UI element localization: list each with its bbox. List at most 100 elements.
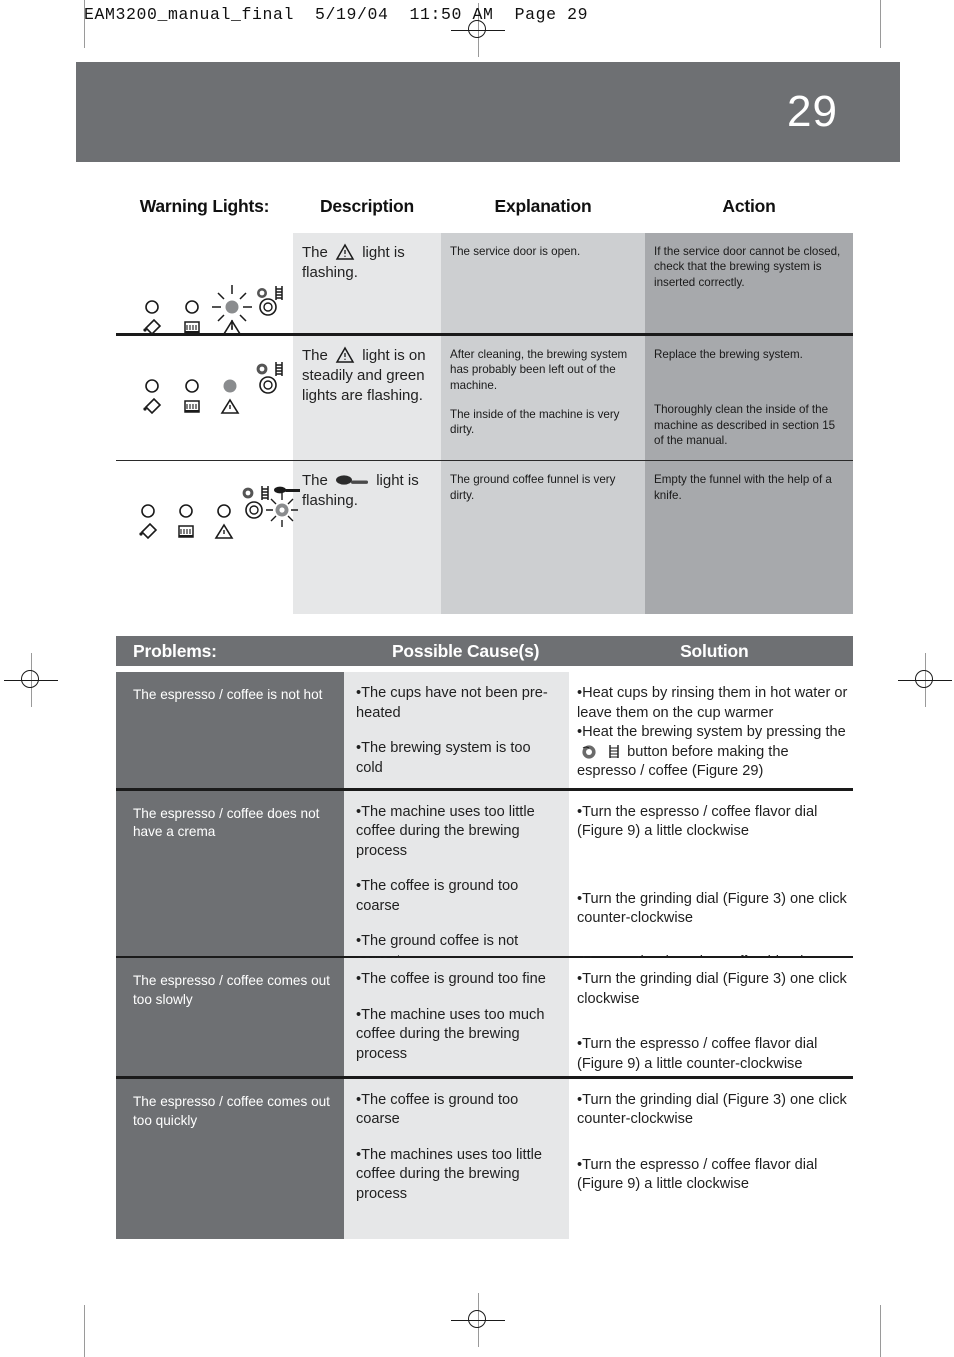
- problems-header-row: Problems: Possible Cause(s) Solution: [116, 636, 853, 666]
- column-header-description: Description: [319, 196, 415, 216]
- explanation-text: The service door is open.: [450, 245, 581, 258]
- cup-grid-icon: [184, 400, 200, 413]
- ladder-cup-icon: [261, 486, 269, 501]
- solution-cell-3: •Turn the grinding dial (Figure 3) one c…: [569, 958, 853, 1077]
- lamp-dot-3-on: [223, 379, 237, 393]
- cup-button-icon[interactable]: [608, 743, 620, 760]
- steam-button-icon[interactable]: [580, 743, 598, 760]
- description-cell-2: The light is on steadily and green light…: [293, 336, 441, 460]
- action-text: Thoroughly clean the inside of the machi…: [654, 403, 836, 447]
- cause-item: •The coffee is ground too coarse: [356, 1091, 519, 1128]
- problem-cell-2: The espresso / coffee does not have a cr…: [116, 790, 344, 956]
- solution-cell-1: •Heat cups by rinsing them in hot water …: [569, 672, 853, 788]
- lamp-cluster-row-1: [116, 233, 293, 336]
- cause-item: •The coffee is ground too fine: [356, 971, 546, 988]
- lamp-dot-3: [217, 504, 231, 519]
- cause-item: •The cups have not been pre-heated: [356, 685, 548, 721]
- lamp-dot-1: [141, 504, 155, 519]
- lamp-cluster-svg-2: [143, 362, 283, 415]
- file-slug-line: EAM3200_manual_final 5/19/04 11:50 AM Pa…: [84, 5, 589, 24]
- action-text: Replace the brewing system.: [654, 348, 803, 361]
- crop-line-right-vertical: [880, 0, 882, 48]
- cause-item: •The machine uses too little coffee duri…: [356, 803, 535, 859]
- explanation-text: The ground coffee funnel is very dirty.: [450, 473, 616, 502]
- lamp-cluster-row-2: [116, 336, 293, 460]
- warning-row-3: The light is flashing. The ground coffee…: [116, 461, 853, 615]
- steam-bean-icon: [257, 288, 267, 298]
- lamp-dot-2: [179, 504, 193, 519]
- page-header-banner: 29: [76, 62, 900, 162]
- column-header-problems: Problems:: [133, 640, 217, 661]
- problem-row-3: The espresso / coffee comes out too slow…: [116, 958, 853, 1077]
- warning-triangle-icon: [214, 523, 234, 540]
- warning-lights-table: Warning Lights: Description Explanation …: [116, 196, 853, 615]
- column-header-explanation: Explanation: [494, 196, 592, 216]
- solution-item: •Turn the espresso / coffee flavor dial …: [577, 1156, 818, 1193]
- solution-item: •Turn the espresso / coffee flavor dial …: [577, 803, 818, 840]
- explanation-text: After cleaning, the brewing system has p…: [450, 348, 628, 392]
- ladder-cup-icon: [275, 362, 283, 376]
- cause-item: •The machines uses too little coffee dur…: [356, 1146, 542, 1202]
- solution-line-d: espresso / coffee (Figure 29): [577, 763, 764, 780]
- lamp-dot-1: [145, 379, 159, 393]
- crop-line-right-vertical-bottom: [880, 1305, 882, 1357]
- solution-item: •Turn the grinding dial (Figure 3) one c…: [577, 1091, 847, 1128]
- steam-knob-icon: [143, 318, 162, 336]
- problem-row-2: The espresso / coffee does not have a cr…: [116, 790, 853, 970]
- action-cell-2: Replace the brewing system. Thoroughly c…: [645, 336, 853, 460]
- description-pre-3: The: [302, 472, 328, 490]
- page-number: 29: [787, 87, 838, 136]
- cup-grid-icon: [178, 525, 194, 539]
- solution-item: •Heat cups by rinsing them in hot water …: [577, 685, 848, 721]
- action-text: Empty the funnel with the help of a knif…: [654, 473, 832, 502]
- ladder-cup-icon: [275, 286, 283, 300]
- registration-mark-left: [4, 653, 58, 707]
- explanation-cell-2: After cleaning, the brewing system has p…: [441, 336, 645, 460]
- lamp-dot-2: [185, 379, 199, 393]
- registration-mark-right: [898, 653, 952, 707]
- scoop-icon: [274, 486, 300, 494]
- solution-item: •Turn the grinding dial (Figure 3) one c…: [577, 890, 847, 927]
- problem-cell-3: The espresso / coffee comes out too slow…: [116, 958, 344, 1077]
- solution-line-c: button before making the: [627, 743, 789, 760]
- crop-line-left-vertical-bottom: [84, 1305, 86, 1357]
- warning-row-1: The light is flashing. The service door …: [116, 233, 853, 336]
- description-pre-1: The: [302, 244, 328, 261]
- registration-mark-bottom: [451, 1293, 505, 1347]
- solution-item: •Turn the grinding dial (Figure 3) one c…: [577, 971, 847, 1007]
- solution-item: •Turn the espresso / coffee flavor dial …: [577, 1036, 818, 1072]
- warning-row-2: The light is on steadily and green light…: [116, 336, 853, 460]
- action-text: If the service door cannot be closed, ch…: [654, 245, 841, 289]
- explanation-cell-1: The service door is open.: [441, 233, 645, 333]
- warning-lights-header-row: Warning Lights: Description Explanation …: [116, 196, 853, 233]
- description-cell-1: The light is flashing.: [293, 233, 441, 333]
- scoop-icon: [336, 475, 369, 485]
- column-header-causes: Possible Cause(s): [391, 640, 540, 661]
- description-pre-2: The: [302, 347, 328, 364]
- lamp-cluster-svg-3: [139, 486, 300, 540]
- solution-item-with-buttons: •Heat the brewing system by pressing the…: [577, 723, 849, 782]
- solution-cell-4: •Turn the grinding dial (Figure 3) one c…: [569, 1078, 853, 1239]
- cause-item: •The coffee is ground too coarse: [356, 878, 519, 914]
- cause-item: •The brewing system is too cold: [356, 740, 531, 776]
- solution-line-a: •Heat the brewing system by pressing: [577, 724, 822, 741]
- lamp-dot-2: [185, 300, 199, 314]
- warning-triangle-icon: [335, 346, 355, 363]
- cup-grid-icon: [184, 321, 200, 334]
- description-cell-3: The light is flashing.: [293, 461, 441, 615]
- lamp-dot-1: [145, 300, 159, 314]
- explanation-text: The inside of the machine is very dirty.: [450, 407, 620, 437]
- problems-table: Problems: Possible Cause(s) Solution The…: [116, 636, 853, 1239]
- explanation-cell-3: The ground coffee funnel is very dirty.: [441, 461, 645, 615]
- cause-cell-1: •The cups have not been pre-heated •The …: [344, 672, 569, 788]
- steam-bean-icon: [256, 363, 268, 375]
- column-header-warning-lights: Warning Lights:: [139, 196, 270, 216]
- column-header-solution: Solution: [680, 640, 749, 661]
- solution-line-b: the: [825, 724, 846, 741]
- warning-triangle-icon: [335, 243, 355, 260]
- action-cell-1: If the service door cannot be closed, ch…: [645, 233, 853, 333]
- column-header-action: Action: [722, 196, 776, 216]
- cause-item: •The machine uses too much coffee during…: [356, 1006, 545, 1062]
- steam-bean-icon: [242, 487, 254, 499]
- problem-cell-4: The espresso / coffee comes out too quic…: [116, 1078, 344, 1239]
